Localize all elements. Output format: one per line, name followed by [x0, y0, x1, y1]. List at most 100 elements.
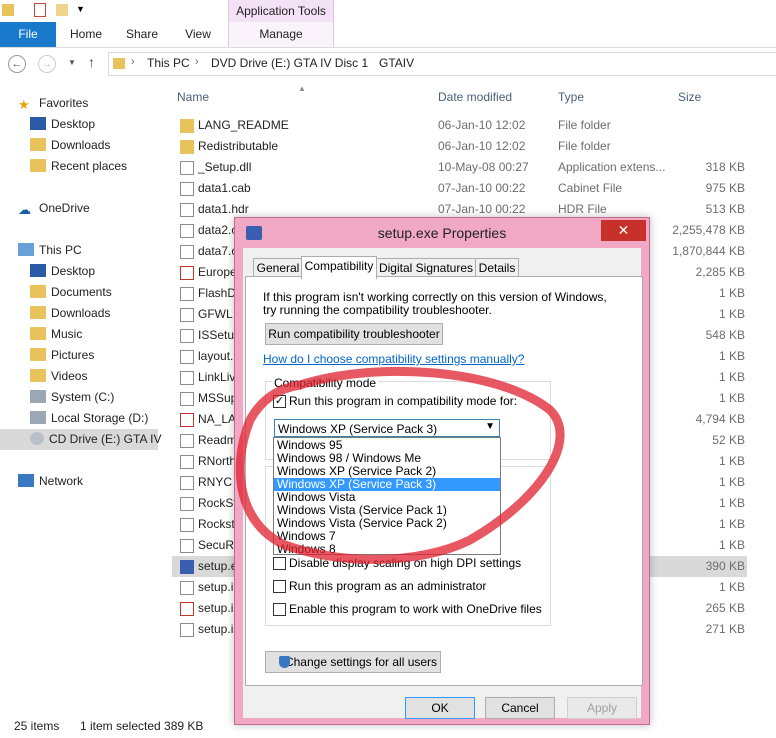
file-name: NA_LA	[198, 412, 237, 426]
forward-icon[interactable]: →	[38, 55, 56, 73]
file-size: 548 KB	[705, 328, 745, 342]
nav-fav-desktop[interactable]: Desktop	[30, 114, 95, 135]
nav-pc-music[interactable]: Music	[30, 324, 82, 345]
file-type: Application extens...	[558, 160, 666, 174]
nav-fav-recent[interactable]: Recent places	[30, 156, 127, 177]
file-size: 1 KB	[718, 391, 745, 405]
compat-mode-select-value: Windows XP (Service Pack 3)	[278, 422, 438, 436]
recent-locations-icon[interactable]: ▼	[68, 58, 76, 67]
file-date: 06-Jan-10 12:02	[438, 118, 526, 132]
music-icon	[30, 327, 46, 340]
nav-fav-downloads[interactable]: Downloads	[30, 135, 110, 156]
nav-pc-pictures[interactable]: Pictures	[30, 345, 94, 366]
new-folder-icon[interactable]	[56, 4, 68, 16]
ok-button[interactable]: OK	[405, 697, 475, 719]
nav-this-pc[interactable]: This PC	[18, 240, 82, 261]
file-size: 1 KB	[718, 475, 745, 489]
breadcrumb-dvd-drive[interactable]: DVD Drive (E:) GTA IV Disc 1	[211, 56, 368, 70]
folder-icon[interactable]	[2, 4, 14, 16]
file-row[interactable]: Redistributable 06-Jan-10 12:02 File folde…	[172, 136, 747, 157]
tab-manage[interactable]: Manage	[228, 22, 334, 47]
tab-file[interactable]: File	[0, 22, 56, 47]
compat-mode-checkbox[interactable]: ✓	[273, 395, 286, 408]
admin-checkbox[interactable]	[273, 580, 286, 593]
back-icon[interactable]: ←	[8, 55, 26, 73]
file-icon	[180, 245, 194, 259]
nav-pc-system-c[interactable]: System (C:)	[30, 387, 114, 408]
file-size: 513 KB	[705, 202, 745, 216]
cancel-button[interactable]: Cancel	[485, 697, 555, 719]
recent-places-icon	[30, 159, 46, 172]
file-size: 1 KB	[718, 517, 745, 531]
chevron-down-icon[interactable]: ▼	[485, 421, 495, 432]
tab-compatibility[interactable]: Compatibility	[301, 256, 377, 279]
up-icon[interactable]: ↑	[88, 54, 95, 70]
nav-pc-videos[interactable]: Videos	[30, 366, 87, 387]
shortcut-icon	[180, 392, 194, 406]
shortcut-icon	[180, 371, 194, 385]
file-size: 1 KB	[718, 538, 745, 552]
nav-label: Favorites	[39, 96, 89, 110]
file-row[interactable]: LANG_README 06-Jan-10 12:02 File folder	[172, 115, 747, 136]
column-header-date[interactable]: Date modified	[438, 90, 512, 104]
onedrive-checkbox[interactable]	[273, 603, 286, 616]
run-troubleshooter-button[interactable]: Run compatibility troubleshooter	[265, 323, 443, 345]
tab-digital-signatures[interactable]: Digital Signatures	[375, 258, 477, 277]
status-item-count: 25 items	[14, 719, 60, 733]
nav-label: Documents	[51, 285, 112, 299]
nav-label: Desktop	[51, 264, 96, 278]
column-header-type[interactable]: Type	[558, 90, 584, 104]
shortcut-icon	[180, 287, 194, 301]
nav-label: Music	[51, 327, 83, 341]
nav-pc-local-d[interactable]: Local Storage (D:)	[30, 408, 148, 429]
tab-view[interactable]: View	[172, 22, 224, 47]
compat-option[interactable]: Windows 8	[274, 543, 500, 556]
dialog-title-bar[interactable]: setup.exe Properties ✕	[235, 218, 649, 248]
shield-icon	[279, 656, 290, 668]
file-size: 1 KB	[718, 496, 745, 510]
tab-home[interactable]: Home	[60, 22, 112, 47]
file-icon	[180, 581, 194, 595]
folder-icon	[180, 119, 194, 133]
tab-details[interactable]: Details	[475, 258, 519, 277]
cloud-icon: ☁	[18, 202, 31, 217]
file-row[interactable]: _Setup.dll 10-May-08 00:27 Application ext…	[172, 157, 747, 178]
change-settings-all-users-button[interactable]: Change settings for all users	[265, 651, 441, 673]
nav-pc-cd-drive[interactable]: CD Drive (E:) GTA IV	[0, 429, 162, 450]
address-bar[interactable]: › This PC › DVD Drive (E:) GTA IV Disc 1…	[108, 52, 776, 76]
manual-settings-link[interactable]: How do I choose compatibility settings m…	[263, 352, 524, 366]
breadcrumb-this-pc[interactable]: This PC	[147, 56, 190, 70]
tab-general[interactable]: General	[253, 258, 303, 277]
file-icon	[180, 224, 194, 238]
nav-label: CD Drive (E:) GTA IV	[49, 432, 162, 446]
nav-label: System (C:)	[51, 390, 115, 404]
dpi-checkbox[interactable]	[273, 557, 286, 570]
network-icon	[18, 474, 34, 487]
breadcrumb-separator: ›	[131, 56, 135, 68]
column-header-size[interactable]: Size	[678, 90, 701, 104]
nav-network[interactable]: Network	[18, 471, 83, 492]
compat-mode-select[interactable]: Windows XP (Service Pack 3) ▼	[274, 419, 500, 437]
file-row[interactable]: data1.cab 07-Jan-10 00:22 Cabinet File 975 …	[172, 178, 747, 199]
column-header-name[interactable]: Name	[177, 90, 209, 104]
nav-onedrive[interactable]: ☁ OneDrive	[18, 198, 90, 219]
shortcut-icon	[180, 539, 194, 553]
nav-label: Pictures	[51, 348, 95, 362]
chevron-down-icon[interactable]: ▼	[76, 4, 85, 14]
file-name: data1.hdr	[198, 202, 249, 216]
file-name: MSSup	[198, 391, 238, 405]
breadcrumb-gtaiv[interactable]: GTAIV	[379, 56, 414, 70]
apply-button[interactable]: Apply	[567, 697, 637, 719]
nav-pc-documents[interactable]: Documents	[30, 282, 112, 303]
onedrive-checkbox-label: Enable this program to work with OneDriv…	[289, 602, 542, 616]
nav-favorites[interactable]: ★ Favorites	[18, 93, 88, 114]
nav-pc-downloads[interactable]: Downloads	[30, 303, 110, 324]
tab-share[interactable]: Share	[116, 22, 168, 47]
properties-icon[interactable]	[34, 3, 46, 17]
file-icon	[180, 203, 194, 217]
nav-pc-desktop[interactable]: Desktop	[30, 261, 95, 282]
file-size: 271 KB	[705, 622, 745, 636]
shortcut-icon	[180, 476, 194, 490]
intro-text-line2: try running the compatibility troublesho…	[263, 303, 492, 317]
close-button[interactable]: ✕	[601, 220, 646, 241]
